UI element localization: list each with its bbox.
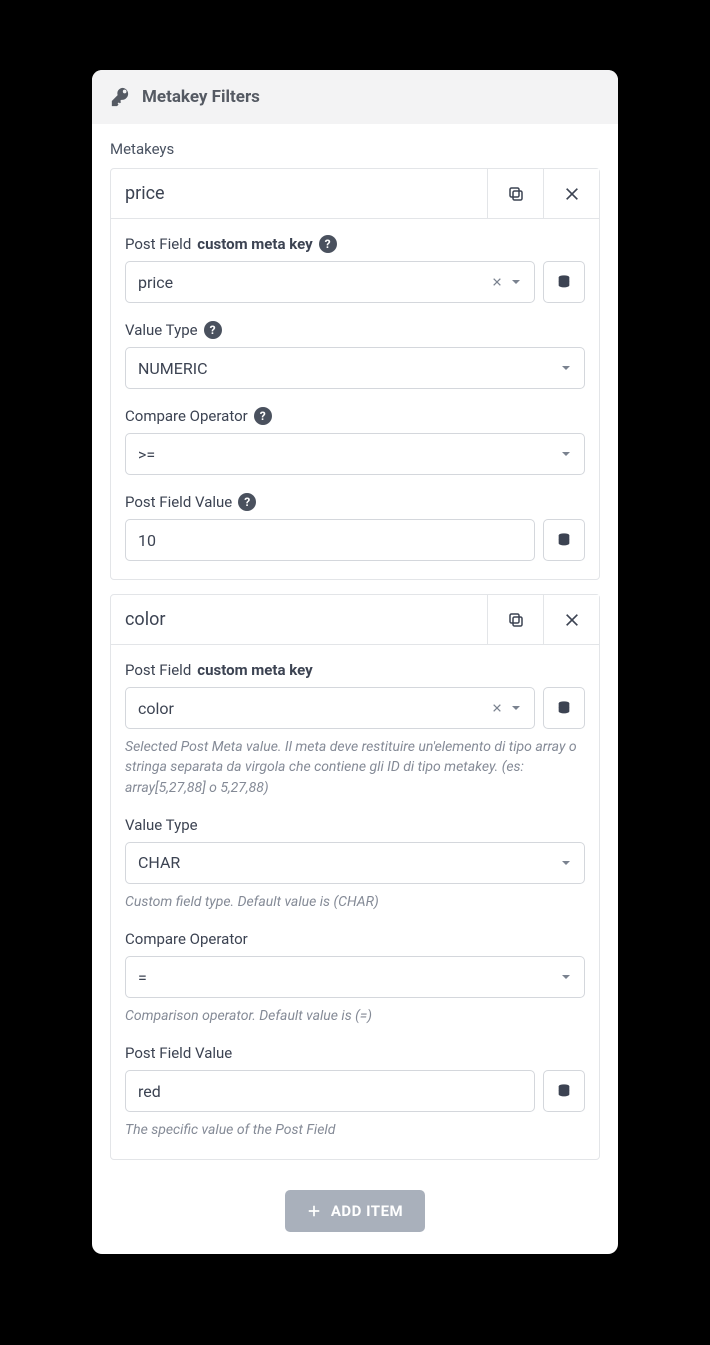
field-value-type: Value Type ? NUMERIC	[125, 321, 585, 389]
dynamic-data-button[interactable]	[543, 687, 585, 729]
item-title: color	[111, 595, 487, 644]
add-item-label: ADD ITEM	[331, 1202, 403, 1220]
value-type-select[interactable]: CHAR	[125, 842, 585, 884]
label-text: Post Field Value	[125, 1044, 232, 1062]
select-value: NUMERIC	[138, 359, 560, 378]
chevron-down-icon	[560, 971, 572, 983]
plus-icon	[307, 1204, 321, 1218]
copy-icon	[507, 611, 525, 629]
key-icon	[110, 86, 132, 108]
metakey-select[interactable]: color	[125, 687, 535, 729]
close-icon	[564, 186, 580, 202]
delete-button[interactable]	[543, 595, 599, 644]
chevron-down-icon	[560, 857, 572, 869]
label-bold: custom meta key	[197, 235, 312, 253]
dynamic-data-button[interactable]	[543, 1070, 585, 1112]
add-item-button[interactable]: ADD ITEM	[285, 1190, 425, 1232]
database-icon	[556, 532, 572, 548]
field-compare: Compare Operator ? >=	[125, 407, 585, 475]
copy-button[interactable]	[487, 169, 543, 218]
label-text: Post Field	[125, 235, 191, 253]
field-metakey: Post Field custom meta key ? price	[125, 235, 585, 303]
delete-button[interactable]	[543, 169, 599, 218]
add-item-row: ADD ITEM	[92, 1184, 618, 1254]
clear-icon[interactable]	[492, 277, 502, 287]
chevron-down-icon	[510, 702, 522, 714]
label-text: Compare Operator	[125, 407, 248, 425]
field-post-value: Post Field Value red The specific value …	[125, 1044, 585, 1140]
metakey-item: price Post Field custom m	[110, 168, 600, 580]
field-value-type: Value Type CHAR Custom field type. Defau…	[125, 816, 585, 912]
select-value: color	[138, 699, 492, 718]
label-bold: custom meta key	[197, 661, 312, 679]
panel-header: Metakey Filters	[92, 70, 618, 124]
close-icon	[564, 612, 580, 628]
select-value: CHAR	[138, 853, 560, 872]
database-icon	[556, 274, 572, 290]
dynamic-data-button[interactable]	[543, 519, 585, 561]
item-header: price	[111, 169, 599, 219]
value-type-select[interactable]: NUMERIC	[125, 347, 585, 389]
select-value: >=	[138, 445, 560, 464]
field-label: Post Field Value ?	[125, 493, 585, 511]
compare-select[interactable]: =	[125, 956, 585, 998]
field-hint: Selected Post Meta value. Il meta deve r…	[125, 737, 585, 798]
help-icon[interactable]: ?	[238, 493, 256, 511]
label-text: Value Type	[125, 321, 198, 339]
copy-button[interactable]	[487, 595, 543, 644]
dynamic-data-button[interactable]	[543, 261, 585, 303]
field-post-value: Post Field Value ? 10	[125, 493, 585, 561]
field-label: Compare Operator ?	[125, 407, 585, 425]
help-icon[interactable]: ?	[204, 321, 222, 339]
help-icon[interactable]: ?	[254, 407, 272, 425]
chevron-down-icon	[510, 276, 522, 288]
compare-select[interactable]: >=	[125, 433, 585, 475]
input-value: red	[138, 1082, 522, 1101]
field-label: Post Field custom meta key ?	[125, 235, 585, 253]
post-value-input[interactable]: red	[125, 1070, 535, 1112]
label-text: Post Field Value	[125, 493, 232, 511]
metakey-select[interactable]: price	[125, 261, 535, 303]
field-label: Compare Operator	[125, 930, 585, 948]
chevron-down-icon	[560, 448, 572, 460]
input-value: 10	[138, 531, 522, 550]
item-body: Post Field custom meta key ? price	[111, 219, 599, 579]
field-label: Value Type ?	[125, 321, 585, 339]
database-icon	[556, 1083, 572, 1099]
field-metakey: Post Field custom meta key color	[125, 661, 585, 798]
field-label: Value Type	[125, 816, 585, 834]
clear-icon[interactable]	[492, 703, 502, 713]
section-label: Metakeys	[110, 140, 600, 158]
select-value: =	[138, 968, 560, 987]
metakey-filters-panel: Metakey Filters Metakeys price	[92, 70, 618, 1254]
field-label: Post Field custom meta key	[125, 661, 585, 679]
database-icon	[556, 700, 572, 716]
label-text: Compare Operator	[125, 930, 248, 948]
label-text: Post Field	[125, 661, 191, 679]
post-value-input[interactable]: 10	[125, 519, 535, 561]
metakey-item: color Post Field custom m	[110, 594, 600, 1160]
copy-icon	[507, 185, 525, 203]
item-body: Post Field custom meta key color	[111, 645, 599, 1159]
field-label: Post Field Value	[125, 1044, 585, 1062]
panel-title: Metakey Filters	[142, 87, 260, 107]
item-header: color	[111, 595, 599, 645]
field-hint: The specific value of the Post Field	[125, 1120, 585, 1140]
metakeys-section: Metakeys price	[92, 124, 618, 1184]
field-compare: Compare Operator = Comparison operator. …	[125, 930, 585, 1026]
chevron-down-icon	[560, 362, 572, 374]
field-hint: Comparison operator. Default value is (=…	[125, 1006, 585, 1026]
select-value: price	[138, 273, 492, 292]
help-icon[interactable]: ?	[319, 235, 337, 253]
label-text: Value Type	[125, 816, 198, 834]
field-hint: Custom field type. Default value is (CHA…	[125, 892, 585, 912]
item-title: price	[111, 169, 487, 218]
